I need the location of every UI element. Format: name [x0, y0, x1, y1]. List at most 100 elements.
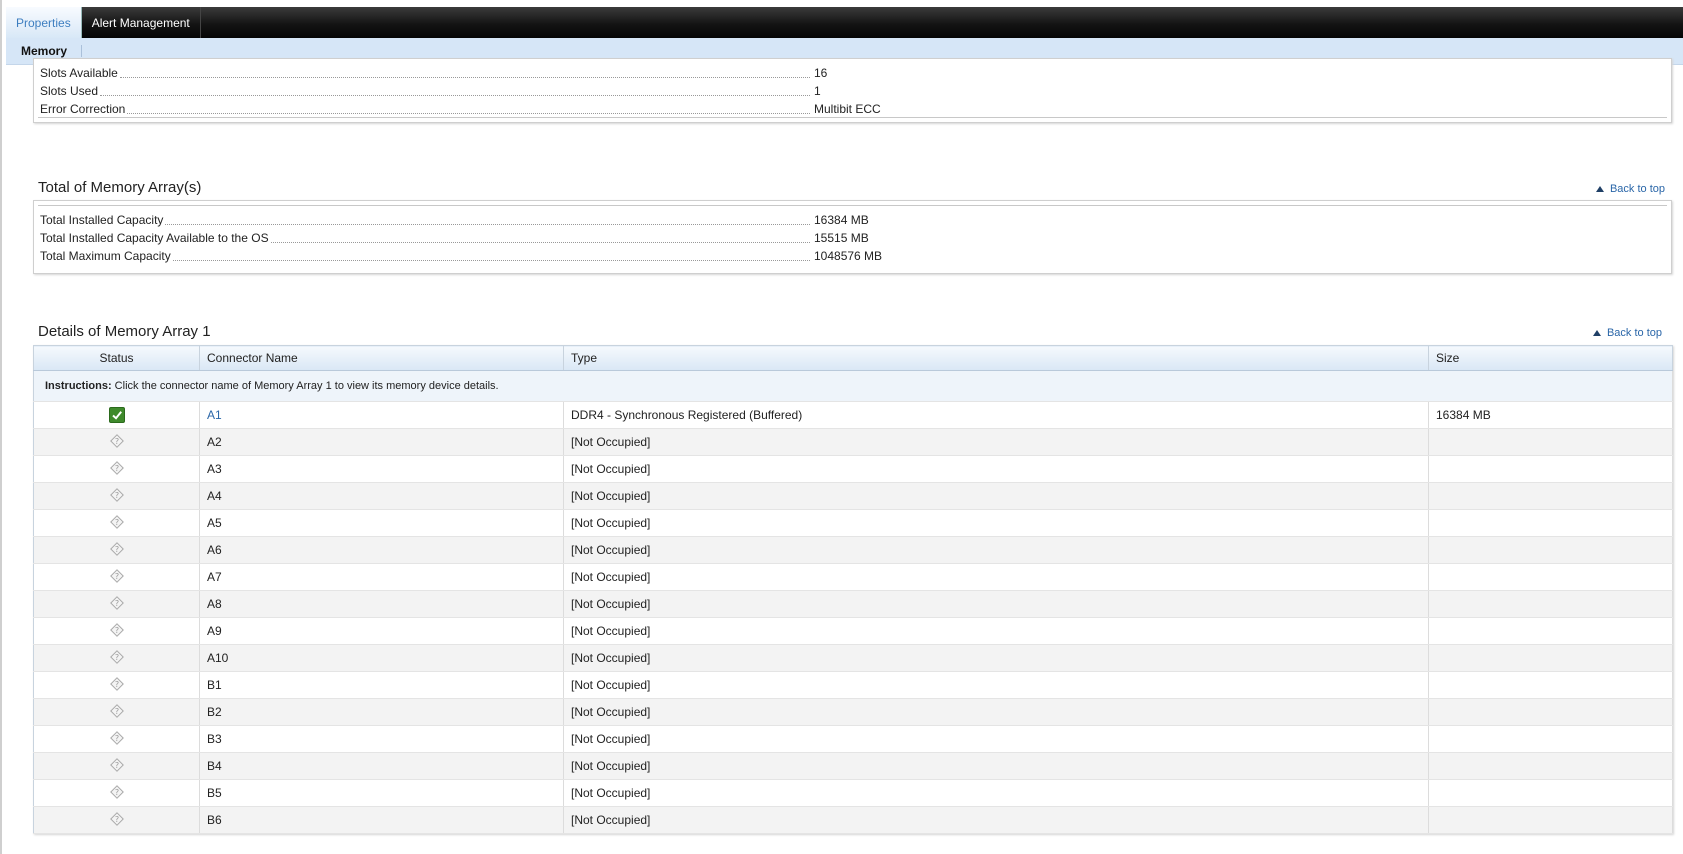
connector-name: A7 [207, 570, 222, 584]
unknown-status-icon: ? [109, 460, 124, 478]
table-row: ? B4 [Not Occupied] [33, 752, 1673, 780]
table-header-row: Status Connector Name Type Size [33, 345, 1673, 371]
connector-name: B6 [207, 813, 222, 827]
total-rows: Total Installed Capacity 16384 MB Total … [34, 211, 1671, 265]
status-cell: ? [33, 779, 200, 807]
connector-name: A2 [207, 435, 222, 449]
type-cell: [Not Occupied] [563, 563, 1429, 591]
type-cell: [Not Occupied] [563, 509, 1429, 537]
table-row: ? B5 [Not Occupied] [33, 779, 1673, 807]
connector-name-cell: A9 [199, 617, 564, 645]
size-cell [1428, 563, 1673, 591]
prop-row-total-maximum: Total Maximum Capacity 1048576 MB [34, 247, 1671, 265]
connector-name: B4 [207, 759, 222, 773]
status-cell: ? [33, 725, 200, 753]
size-cell [1428, 644, 1673, 672]
table-row: A1 DDR4 - Synchronous Registered (Buffere… [33, 401, 1673, 429]
back-to-top-link[interactable]: Back to top [1595, 183, 1665, 195]
prop-label: Total Installed Capacity Available to th… [40, 229, 271, 247]
size-cell [1428, 536, 1673, 564]
column-header-size[interactable]: Size [1428, 345, 1673, 371]
type-cell: [Not Occupied] [563, 725, 1429, 753]
prop-label: Total Installed Capacity [40, 211, 166, 229]
type-cell: [Not Occupied] [563, 428, 1429, 456]
prop-label-container: Slots Used [40, 82, 810, 100]
svg-text:?: ? [114, 491, 118, 500]
back-to-top-link[interactable]: Back to top [1592, 327, 1662, 339]
top-tab-bar: Properties Alert Management [6, 7, 1683, 38]
back-to-top-label: Back to top [1609, 183, 1665, 195]
prop-label-container: Total Installed Capacity Available to th… [40, 229, 810, 247]
leader-dots [165, 223, 810, 225]
svg-text:?: ? [114, 788, 118, 797]
connector-name: B3 [207, 732, 222, 746]
tab-properties[interactable]: Properties [6, 7, 82, 38]
type-cell: [Not Occupied] [563, 455, 1429, 483]
connector-name: B5 [207, 786, 222, 800]
unknown-status-icon: ? [109, 757, 124, 775]
svg-text:?: ? [114, 545, 118, 554]
table-body: Instructions: Click the connector name o… [33, 370, 1673, 834]
svg-text:?: ? [114, 761, 118, 770]
table-row: ? A6 [Not Occupied] [33, 536, 1673, 564]
table-row: ? B1 [Not Occupied] [33, 671, 1673, 699]
prop-row-slots-used: Slots Used 1 [34, 82, 1671, 100]
table-row: ? A2 [Not Occupied] [33, 428, 1673, 456]
prop-value: Multibit ECC [814, 102, 881, 116]
check-icon [108, 407, 125, 423]
table-row: ? A9 [Not Occupied] [33, 617, 1673, 645]
size-cell [1428, 671, 1673, 699]
unknown-status-icon: ? [109, 622, 124, 640]
unknown-status-icon: ? [109, 595, 124, 613]
svg-text:?: ? [114, 437, 118, 446]
up-triangle-icon [1595, 186, 1604, 192]
prop-value: 15515 MB [814, 231, 869, 245]
type-cell: [Not Occupied] [563, 590, 1429, 618]
table-row: ? B2 [Not Occupied] [33, 698, 1673, 726]
prop-label: Total Maximum Capacity [40, 247, 173, 265]
connector-name: B2 [207, 705, 222, 719]
instructions-row: Instructions: Click the connector name o… [33, 370, 1673, 402]
page-frame: Properties Alert Management Memory Slots… [0, 0, 1683, 854]
prop-value: 1 [814, 84, 821, 98]
prop-value: 1048576 MB [814, 249, 883, 263]
memory-devices-table: Status Connector Name Type Size Instruct… [33, 345, 1673, 834]
table-row: ? A4 [Not Occupied] [33, 482, 1673, 510]
column-header-type[interactable]: Type [563, 345, 1429, 371]
size-cell [1428, 698, 1673, 726]
up-triangle-icon [1592, 330, 1601, 336]
prop-row-total-installed-os: Total Installed Capacity Available to th… [34, 229, 1671, 247]
size-cell [1428, 779, 1673, 807]
type-cell: [Not Occupied] [563, 536, 1429, 564]
size-cell [1428, 806, 1673, 834]
prop-value: 16384 MB [814, 213, 869, 227]
connector-name: A3 [207, 462, 222, 476]
column-header-connector[interactable]: Connector Name [199, 345, 564, 371]
unknown-status-icon: ? [109, 676, 124, 694]
prop-label: Slots Available [40, 64, 120, 82]
leader-dots [270, 241, 810, 243]
svg-text:?: ? [114, 680, 118, 689]
instructions-label: Instructions: [45, 380, 112, 392]
status-cell: ? [33, 806, 200, 834]
connector-name-cell: B3 [199, 725, 564, 753]
connector-link[interactable]: A1 [207, 408, 222, 422]
panel-divider [38, 117, 1667, 118]
prop-label: Slots Used [40, 82, 101, 100]
table-row: ? B3 [Not Occupied] [33, 725, 1673, 753]
status-cell: ? [33, 428, 200, 456]
unknown-status-icon: ? [109, 568, 124, 586]
tab-alert-management[interactable]: Alert Management [82, 7, 201, 38]
svg-text:?: ? [114, 815, 118, 824]
unknown-status-icon: ? [109, 649, 124, 667]
type-cell: [Not Occupied] [563, 482, 1429, 510]
column-header-status[interactable]: Status [33, 345, 200, 371]
connector-name-cell: A2 [199, 428, 564, 456]
connector-name: B1 [207, 678, 222, 692]
subtab-memory[interactable]: Memory [6, 45, 83, 57]
prop-row-error-correction: Error Correction Multibit ECC [34, 100, 1671, 118]
status-cell: ? [33, 563, 200, 591]
memory-array-properties-panel: Slots Available 16 Slots Used 1 Error Co… [33, 58, 1672, 123]
svg-text:?: ? [114, 599, 118, 608]
size-cell [1428, 455, 1673, 483]
